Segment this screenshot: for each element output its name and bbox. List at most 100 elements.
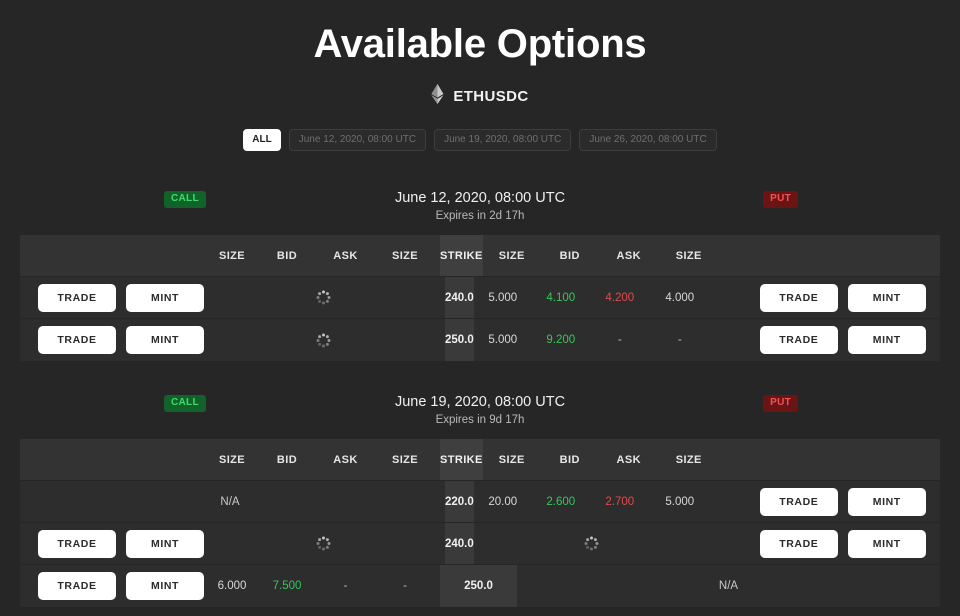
put-bid: 9.200	[546, 334, 576, 346]
call-side-badge: CALL	[164, 191, 206, 208]
put-side-badge: PUT	[763, 191, 798, 208]
call-trade-button[interactable]: TRADE	[38, 283, 116, 312]
put-actions: TRADE MINT	[756, 326, 940, 354]
call-actions: TRADE MINT	[20, 283, 206, 312]
call-quotes-loading	[206, 333, 440, 347]
expiry-section-june-12: CALL June 12, 2020, 08:00 UTC Expires in…	[0, 189, 960, 361]
header-strike: STRIKE	[440, 235, 483, 276]
put-size-1: 5.000	[488, 291, 518, 304]
header-put-ask: ASK	[616, 249, 641, 262]
call-trade-button[interactable]: TRADE	[38, 529, 116, 558]
strike-price: 250.0	[440, 565, 517, 607]
expiry-countdown: Expires in 2d 17h	[435, 210, 525, 222]
call-unavailable: N/A	[20, 496, 440, 508]
header-put-ask: ASK	[616, 453, 641, 466]
put-size-1: 20.00	[488, 495, 518, 508]
call-actions: TRADE MINT	[20, 326, 206, 354]
expiry-date: June 19, 2020, 08:00 UTC	[394, 394, 566, 410]
put-trade-button[interactable]: TRADE	[759, 326, 838, 354]
loading-spinner-icon	[316, 333, 330, 347]
put-size-2: 5.000	[665, 495, 695, 508]
expiry-countdown: Expires in 9d 17h	[435, 414, 525, 426]
put-ask: 4.200	[605, 291, 635, 304]
header-put-bid: BID	[559, 453, 580, 466]
loading-spinner-icon	[316, 290, 330, 305]
page-title: Available Options	[313, 22, 647, 66]
loading-spinner-icon	[584, 536, 599, 551]
strike-price: 240.0	[445, 523, 474, 564]
expiry-filter-bar: ALL June 12, 2020, 08:00 UTC June 19, 20…	[0, 129, 960, 151]
table-row: TRADE MINT 6.000 7.500 - - 250.0 N/A	[20, 565, 940, 607]
call-mint-button[interactable]: MINT	[126, 529, 204, 558]
header-call-ask: ASK	[333, 249, 358, 262]
strike-price: 240.0	[445, 277, 474, 318]
header-call-size-2: SIZE	[391, 249, 419, 262]
put-size-2: -	[677, 334, 682, 346]
call-side-badge: CALL	[164, 395, 206, 412]
table-header-row: SIZE BID ASK SIZE STRIKE SIZE BID ASK SI…	[20, 439, 940, 481]
expiry-date: June 12, 2020, 08:00 UTC	[394, 190, 566, 206]
options-table: SIZE BID ASK SIZE STRIKE SIZE BID ASK SI…	[20, 439, 940, 607]
put-trade-button[interactable]: TRADE	[759, 529, 838, 558]
header-put-size-1: SIZE	[498, 249, 525, 262]
put-ask: -	[617, 334, 622, 346]
header-put-size-2: SIZE	[675, 453, 702, 466]
put-side-badge: PUT	[763, 395, 798, 412]
call-size-2: -	[403, 580, 407, 592]
put-trade-button[interactable]: TRADE	[759, 487, 838, 516]
call-mint-button[interactable]: MINT	[126, 572, 204, 600]
call-trade-button[interactable]: TRADE	[38, 326, 116, 354]
header-put-bid: BID	[559, 249, 580, 262]
call-ask: -	[343, 580, 348, 592]
table-row: TRADE MINT 240.0 TRADE MINT	[20, 523, 940, 565]
options-table: SIZE BID ASK SIZE STRIKE SIZE BID ASK SI…	[20, 235, 940, 361]
put-actions: TRADE MINT	[756, 487, 940, 516]
put-mint-button[interactable]: MINT	[847, 283, 926, 312]
section-header: CALL June 12, 2020, 08:00 UTC Expires in…	[0, 189, 960, 227]
options-page: Available Options ETHUSDC ALL June 12, 2…	[0, 0, 960, 616]
header-put-size-1: SIZE	[498, 453, 525, 466]
table-header-row: SIZE BID ASK SIZE STRIKE SIZE BID ASK SI…	[20, 235, 940, 277]
put-mint-button[interactable]: MINT	[847, 487, 926, 516]
call-size-1: 6.000	[217, 580, 247, 592]
call-actions: TRADE MINT	[20, 529, 206, 558]
ethereum-icon	[431, 83, 444, 109]
call-actions: TRADE MINT	[20, 572, 206, 600]
put-actions: TRADE MINT	[756, 529, 940, 558]
call-quotes-loading	[206, 290, 440, 305]
filter-pill-june-12[interactable]: June 12, 2020, 08:00 UTC	[288, 129, 427, 151]
filter-pill-all[interactable]: ALL	[243, 129, 281, 151]
call-quotes-loading	[206, 536, 440, 551]
put-bid: 2.600	[546, 495, 576, 508]
call-mint-button[interactable]: MINT	[126, 283, 204, 312]
table-row: N/A 220.0 20.00 2.600 2.700 5.000 TRADE …	[20, 481, 940, 523]
expiry-section-june-19: CALL June 19, 2020, 08:00 UTC Expires in…	[0, 393, 960, 607]
header-call-size-1: SIZE	[218, 453, 246, 466]
filter-pill-june-26[interactable]: June 26, 2020, 08:00 UTC	[579, 129, 717, 151]
put-mint-button[interactable]: MINT	[847, 326, 926, 354]
section-header: CALL June 19, 2020, 08:00 UTC Expires in…	[0, 393, 960, 431]
header-call-ask: ASK	[333, 453, 358, 466]
put-trade-button[interactable]: TRADE	[759, 283, 838, 312]
filter-pill-june-19[interactable]: June 19, 2020, 08:00 UTC	[434, 129, 572, 151]
header-strike: STRIKE	[440, 439, 483, 480]
header-call-size-2: SIZE	[391, 453, 419, 466]
put-unavailable: N/A	[517, 580, 940, 592]
put-bid: 4.100	[546, 291, 576, 304]
table-row: TRADE MINT 250.0 5.000 9.200 - - TRADE M…	[20, 319, 940, 361]
call-trade-button[interactable]: TRADE	[38, 572, 116, 600]
call-mint-button[interactable]: MINT	[126, 326, 204, 354]
put-size-2: 4.000	[665, 291, 695, 304]
trading-pair: ETHUSDC	[0, 83, 960, 109]
call-na-label: N/A	[220, 495, 240, 508]
header-call-bid: BID	[276, 453, 298, 466]
table-row: TRADE MINT 240.0 5.000 4.100 4.200 4.000…	[20, 277, 940, 319]
header-put-size-2: SIZE	[675, 249, 702, 262]
strike-price: 220.0	[445, 481, 474, 522]
put-ask: 2.700	[605, 495, 635, 508]
pair-label: ETHUSDC	[453, 87, 529, 105]
put-mint-button[interactable]: MINT	[847, 529, 926, 558]
put-actions: TRADE MINT	[756, 283, 940, 312]
header-call-size-1: SIZE	[218, 249, 246, 262]
put-na-label: N/A	[718, 580, 739, 592]
